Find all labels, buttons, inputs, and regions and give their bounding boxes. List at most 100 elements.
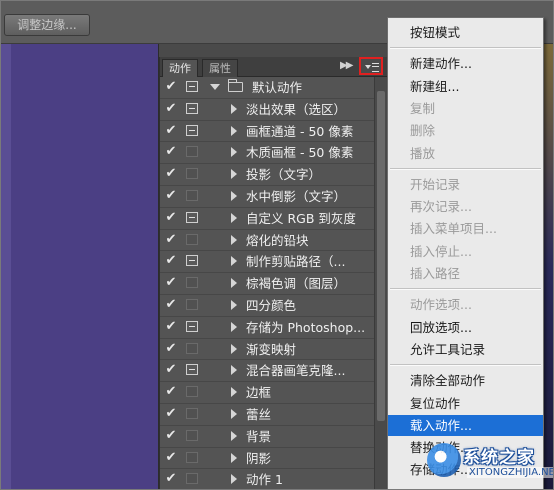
toggle-checkmark-icon[interactable]: ✔	[164, 254, 178, 268]
menu-separator	[390, 167, 541, 170]
dialog-toggle-icon[interactable]	[186, 189, 198, 201]
menu-item[interactable]: 新建组...	[388, 76, 543, 97]
actions-scrollbar[interactable]	[374, 77, 387, 489]
action-row[interactable]: ✔ 动作 1	[160, 469, 374, 489]
toggle-checkmark-icon[interactable]: ✔	[164, 406, 178, 421]
expand-right-icon[interactable]	[231, 299, 237, 310]
toggle-checkmark-icon[interactable]: ✔	[164, 385, 178, 399]
toggle-checkmark-icon[interactable]: ✔	[164, 276, 178, 290]
dialog-toggle-icon[interactable]	[186, 233, 198, 245]
action-row[interactable]: ✔ 边框	[160, 382, 374, 404]
dialog-toggle-icon[interactable]	[186, 211, 198, 223]
expand-right-icon[interactable]	[231, 212, 237, 223]
dialog-toggle-icon[interactable]	[186, 124, 198, 136]
action-label: 默认动作	[252, 80, 303, 95]
expand-right-icon[interactable]	[231, 343, 237, 354]
expand-right-icon[interactable]	[231, 408, 237, 419]
toggle-checkmark-icon[interactable]: ✔	[164, 450, 178, 465]
expand-right-icon[interactable]	[231, 256, 237, 267]
action-row[interactable]: ✔ 投影（文字）	[160, 164, 374, 186]
action-row[interactable]: ✔ 背景	[160, 426, 374, 448]
dialog-toggle-icon[interactable]	[186, 255, 198, 267]
dialog-toggle-icon[interactable]	[186, 429, 198, 441]
menu-item[interactable]: 按钮模式	[388, 22, 543, 43]
dialog-toggle-icon[interactable]	[186, 386, 198, 398]
panel-menu-button[interactable]	[359, 57, 383, 75]
dialog-toggle-icon[interactable]	[186, 342, 198, 354]
action-row[interactable]: ✔ 画框通道 - 50 像素	[160, 121, 374, 143]
dialog-toggle-icon[interactable]	[186, 364, 198, 376]
expand-right-icon[interactable]	[231, 321, 237, 332]
action-row[interactable]: ✔ 制作剪贴路径（...	[160, 251, 374, 274]
action-row[interactable]: ✔ 棕褐色调（图层）	[160, 273, 374, 295]
menu-item[interactable]: 允许工具记录	[388, 339, 543, 360]
tab-actions[interactable]: 动作	[162, 59, 198, 77]
tab-properties[interactable]: 属性	[202, 59, 238, 77]
expand-right-icon[interactable]	[231, 387, 237, 398]
watermark: 系统之家 XITONGZHIJIA.NET	[419, 441, 553, 489]
expand-right-icon[interactable]	[231, 103, 237, 114]
dialog-toggle-icon[interactable]	[186, 407, 198, 419]
action-row[interactable]: ✔ 蕾丝	[160, 404, 374, 426]
menu-item[interactable]: 回放选项...	[388, 317, 543, 338]
action-row[interactable]: ✔ 渐变映射	[160, 339, 374, 361]
menu-item[interactable]: 新建动作...	[388, 53, 543, 74]
action-label: 投影（文字）	[246, 167, 322, 183]
action-row[interactable]: ✔ 水中倒影（文字）	[160, 186, 374, 208]
action-row[interactable]: ✔ 四分颜色	[160, 295, 374, 317]
menu-item: 删除	[410, 123, 436, 139]
dialog-toggle-icon[interactable]	[186, 473, 198, 485]
expand-right-icon[interactable]	[231, 234, 237, 245]
action-row[interactable]: ✔ 存储为 Photoshop...	[160, 317, 374, 339]
dialog-toggle-icon[interactable]	[186, 277, 198, 289]
menu-item[interactable]: 载入动作...	[388, 414, 543, 436]
toggle-checkmark-icon[interactable]: ✔	[164, 80, 178, 94]
menu-item[interactable]: 清除全部动作	[388, 370, 543, 391]
action-row[interactable]: ✔ 熔化的铅块	[160, 230, 374, 252]
toggle-checkmark-icon[interactable]: ✔	[164, 188, 178, 203]
toggle-checkmark-icon[interactable]: ✔	[164, 101, 178, 116]
action-row[interactable]: ✔ 自定义 RGB 到灰度	[160, 208, 374, 230]
action-row[interactable]: ✔ 阴影	[160, 448, 374, 470]
workspace-edge	[1, 44, 11, 489]
action-row[interactable]: ✔ 淡出效果（选区）	[160, 99, 374, 121]
toggle-checkmark-icon[interactable]: ✔	[164, 341, 178, 356]
expand-right-icon[interactable]	[231, 474, 237, 485]
refine-edge-button[interactable]: 调整边缘...	[4, 14, 90, 36]
dialog-toggle-icon[interactable]	[186, 451, 198, 463]
expand-right-icon[interactable]	[231, 278, 237, 289]
action-row[interactable]: ✔ 混合器画笔克隆...	[160, 360, 374, 383]
scrollbar-thumb[interactable]	[377, 91, 385, 421]
collapse-panel-icon[interactable]: ▶▶	[340, 60, 353, 71]
expand-right-icon[interactable]	[231, 365, 237, 376]
dialog-toggle-icon[interactable]	[186, 320, 198, 332]
expand-down-icon[interactable]	[210, 84, 220, 90]
toggle-checkmark-icon[interactable]: ✔	[164, 123, 178, 138]
toggle-checkmark-icon[interactable]: ✔	[164, 145, 178, 159]
dialog-toggle-icon[interactable]	[186, 81, 198, 92]
expand-right-icon[interactable]	[231, 190, 237, 201]
dialog-toggle-icon[interactable]	[186, 146, 198, 158]
menu-item: 动作选项...	[410, 297, 472, 313]
expand-right-icon[interactable]	[231, 169, 237, 180]
toggle-checkmark-icon[interactable]: ✔	[164, 297, 178, 312]
dialog-toggle-icon[interactable]	[186, 298, 198, 310]
toggle-checkmark-icon[interactable]: ✔	[164, 363, 178, 377]
action-row[interactable]: ✔ 木质画框 - 50 像素	[160, 142, 374, 165]
toggle-checkmark-icon[interactable]: ✔	[164, 167, 178, 181]
toggle-checkmark-icon[interactable]: ✔	[164, 210, 178, 225]
expand-right-icon[interactable]	[231, 147, 237, 158]
expand-right-icon[interactable]	[231, 125, 237, 136]
toggle-checkmark-icon[interactable]: ✔	[164, 232, 178, 247]
dialog-toggle-icon[interactable]	[186, 168, 198, 180]
expand-right-icon[interactable]	[231, 452, 237, 463]
action-set-row[interactable]: ✔ 默认动作	[160, 77, 374, 99]
expand-right-icon[interactable]	[231, 430, 237, 441]
toggle-checkmark-icon[interactable]: ✔	[164, 472, 178, 486]
menu-item: 开始记录	[410, 176, 461, 192]
dialog-toggle-icon[interactable]	[186, 102, 198, 114]
menu-item[interactable]: 复位动作	[388, 393, 543, 414]
toggle-checkmark-icon[interactable]: ✔	[164, 319, 178, 334]
actions-panel: 动作 属性 ▶▶ ✔ 默认动作 ✔ 淡出效果（选区） ✔ 画框通道 - 50 像素 ✔ 木质画…	[159, 57, 388, 489]
toggle-checkmark-icon[interactable]: ✔	[164, 428, 178, 443]
